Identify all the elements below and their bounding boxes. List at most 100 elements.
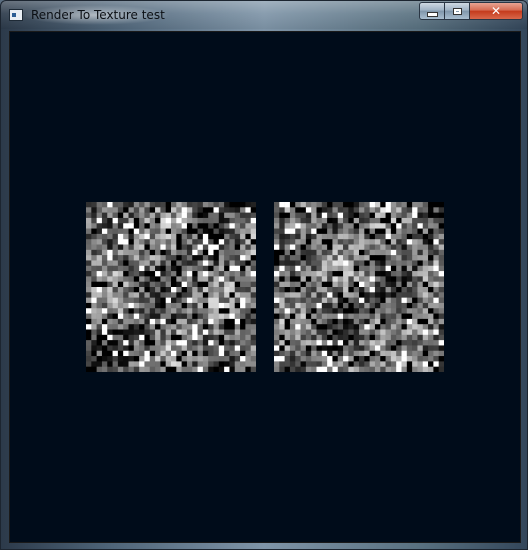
texel — [123, 366, 129, 372]
texel — [369, 287, 376, 293]
texel — [128, 271, 135, 277]
close-button[interactable]: ✕ — [469, 2, 523, 20]
texel — [348, 345, 354, 352]
texel — [139, 340, 145, 346]
texel — [123, 356, 129, 362]
texel — [181, 297, 188, 304]
texel — [144, 334, 151, 341]
texel — [279, 244, 285, 251]
texel — [139, 302, 145, 309]
title-bar[interactable]: Render To Texture test ✕ — [1, 1, 527, 29]
texel — [117, 276, 124, 282]
texel — [438, 302, 444, 309]
texel — [396, 244, 402, 251]
texel — [213, 249, 220, 256]
texel — [149, 207, 156, 213]
texel — [240, 212, 246, 219]
texel — [123, 265, 129, 272]
texel — [316, 324, 323, 330]
texel — [289, 345, 296, 352]
texel — [202, 233, 209, 240]
minimize-button[interactable] — [419, 2, 445, 20]
texel — [289, 340, 296, 346]
texel — [305, 318, 312, 325]
texel — [343, 207, 349, 213]
texel — [274, 260, 280, 267]
texel — [171, 260, 177, 267]
texel — [353, 361, 360, 367]
texel — [412, 271, 418, 277]
texel — [117, 318, 124, 325]
texel — [91, 260, 97, 267]
app-window-icon[interactable] — [9, 9, 23, 21]
texel — [390, 281, 397, 288]
texel — [385, 318, 392, 325]
texel — [133, 297, 140, 304]
texel — [144, 255, 151, 261]
texel — [374, 223, 381, 229]
texel — [284, 207, 291, 213]
texel — [96, 255, 103, 261]
texel — [101, 366, 108, 372]
texel — [374, 233, 381, 240]
texel — [128, 228, 135, 235]
texel — [337, 313, 344, 320]
texel — [165, 202, 172, 208]
texel — [316, 271, 323, 277]
texel — [86, 287, 92, 293]
texel — [422, 292, 429, 298]
texel — [311, 244, 317, 251]
texel — [224, 350, 230, 357]
texel — [155, 313, 161, 320]
texel — [295, 223, 301, 229]
texel — [417, 318, 424, 325]
texel — [240, 345, 246, 352]
texel — [240, 249, 246, 256]
texel — [181, 350, 188, 357]
texel — [406, 207, 413, 213]
texel — [359, 217, 365, 224]
texel — [295, 345, 301, 352]
texel — [305, 202, 312, 208]
texel — [401, 292, 408, 298]
texel — [123, 271, 129, 277]
texel — [390, 271, 397, 277]
texel — [128, 350, 135, 357]
texel — [396, 233, 402, 240]
texel — [311, 302, 317, 309]
texel — [385, 271, 392, 277]
texel — [284, 345, 291, 352]
texel — [186, 350, 193, 357]
texel — [300, 202, 307, 208]
texel — [139, 281, 145, 288]
texel — [181, 361, 188, 367]
texel — [385, 334, 392, 341]
texel — [234, 228, 241, 235]
texel — [284, 217, 291, 224]
texel — [380, 212, 386, 219]
texel — [245, 244, 251, 251]
texel — [433, 329, 439, 336]
texel — [417, 217, 424, 224]
texel — [197, 217, 204, 224]
texel — [224, 207, 230, 213]
texel — [234, 329, 241, 336]
texel — [412, 255, 418, 261]
texel — [274, 297, 280, 304]
texel — [160, 249, 166, 256]
texel — [197, 239, 204, 245]
texel — [91, 313, 97, 320]
texel — [186, 228, 193, 235]
texel — [390, 233, 397, 240]
texel — [369, 318, 376, 325]
texel — [218, 361, 225, 367]
texel — [359, 244, 365, 251]
texel — [160, 281, 166, 288]
texel — [96, 313, 103, 320]
texel — [396, 361, 402, 367]
render-viewport[interactable] — [9, 31, 521, 543]
texel — [289, 207, 296, 213]
texel — [91, 233, 97, 240]
texel — [406, 297, 413, 304]
maximize-button[interactable] — [444, 2, 470, 20]
